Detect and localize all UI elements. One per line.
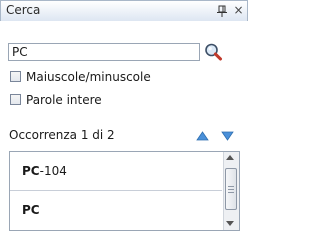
match-case-checkbox[interactable] [10, 71, 21, 82]
search-input[interactable] [8, 43, 200, 61]
results-list[interactable]: PC -104 PC [9, 151, 240, 231]
item-text: -104 [39, 164, 67, 178]
match-case-label: Maiuscole/minuscole [26, 69, 151, 84]
previous-occurrence-button[interactable] [196, 130, 209, 141]
arrow-down-icon [221, 131, 234, 141]
close-icon[interactable]: × [232, 4, 245, 17]
next-occurrence-button[interactable] [221, 130, 234, 141]
scroll-up-icon[interactable] [226, 155, 234, 160]
vertical-scrollbar[interactable] [223, 152, 239, 230]
match-text: PC [22, 203, 40, 217]
whole-word-checkbox[interactable] [10, 94, 21, 105]
scroll-down-icon[interactable] [226, 221, 234, 226]
search-icon [205, 43, 222, 61]
scroll-thumb[interactable] [225, 168, 237, 210]
list-item[interactable]: PC -104 [10, 152, 222, 190]
list-item[interactable]: PC [10, 191, 222, 229]
panel-title-bar: Cerca × [0, 0, 248, 21]
occurrence-counter: Occorrenza 1 di 2 [9, 128, 115, 142]
search-button[interactable] [203, 42, 224, 62]
grip-line [228, 189, 234, 190]
grip-line [228, 186, 234, 187]
whole-word-option[interactable]: Parole intere [10, 92, 102, 107]
match-case-option[interactable]: Maiuscole/minuscole [10, 69, 151, 84]
match-text: PC [22, 164, 40, 178]
whole-word-label: Parole intere [26, 92, 102, 107]
panel-title: Cerca [6, 3, 41, 17]
pin-icon[interactable] [216, 5, 228, 18]
grip-line [228, 192, 234, 193]
arrow-up-icon [196, 131, 209, 141]
